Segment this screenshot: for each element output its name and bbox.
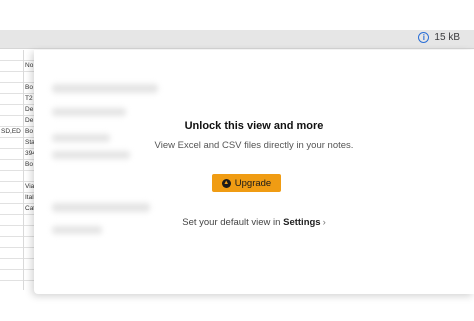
file-size: 15 kB [434,32,460,43]
sheet-cell [0,237,23,248]
settings-link[interactable]: Settings [283,217,320,228]
sheet-cell [0,94,23,105]
sheet-cell [0,193,23,204]
unlock-subtitle: View Excel and CSV files directly in you… [154,140,354,151]
blurred-preview-line [52,203,150,212]
info-icon[interactable]: i [418,32,430,43]
sheet-cell [0,182,23,193]
spreadsheet-background: SD,ED No Bo T2 De De Bo Sta 394 Bo Via Ital Cat [0,50,38,290]
sheet-cell [0,226,23,237]
upgrade-label: Upgrade [234,177,272,189]
sheet-cell [0,138,23,149]
sheet-cell [0,171,23,182]
sheet-cell: SD,ED [0,127,23,138]
unlock-title: Unlock this view and more [184,120,324,132]
sheet-cell [0,259,23,270]
sheet-column-a: SD,ED [0,50,24,290]
sheet-cell [0,50,23,61]
blurred-preview-line [52,108,126,116]
sheet-cell [0,105,23,116]
sheet-cell [0,215,23,226]
blurred-preview-line [52,151,130,159]
sheet-cell [0,72,23,83]
sheet-cell [0,149,23,160]
chevron-right-icon: › [322,217,326,228]
file-info[interactable]: i 15 kB [418,32,460,43]
blurred-preview-line [52,84,158,93]
arrow-up-icon: ▲ [221,178,231,188]
upgrade-button[interactable]: ▲ Upgrade [212,174,281,192]
sheet-cell [0,248,23,259]
upgrade-overlay-panel: Unlock this view and more View Excel and… [34,50,474,294]
sheet-cell [0,270,23,281]
sheet-cell [0,116,23,127]
sheet-cell [0,83,23,94]
settings-prefix: Set your default view in [182,217,281,228]
file-toolbar: i 15 kB [0,30,474,49]
default-view-hint: Set your default view in Settings › [34,217,474,228]
sheet-cell [0,204,23,215]
sheet-cell [0,160,23,171]
sheet-cell [0,61,23,72]
